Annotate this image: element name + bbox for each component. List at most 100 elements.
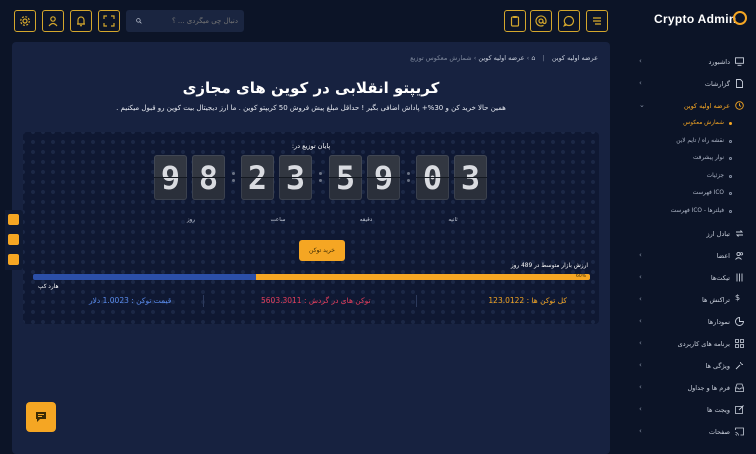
brand-logo[interactable]: Crypto Admin xyxy=(654,12,737,26)
bullet-icon xyxy=(729,157,732,160)
chat-bubble-icon xyxy=(36,412,46,422)
home-icon[interactable]: ⌂ xyxy=(531,54,535,62)
monitor-icon xyxy=(735,57,744,66)
sidebar-item-label: عرضه اولیه کوین xyxy=(683,102,730,110)
breadcrumb-current: شمارش معکوس توزیع xyxy=(410,54,472,62)
sidebar-item-reports[interactable]: ‹ گزارشات xyxy=(630,77,756,91)
chat-icon[interactable] xyxy=(558,10,580,32)
search-bar[interactable] xyxy=(126,10,244,32)
progress-fill: 60% xyxy=(255,274,590,280)
chevron-left-icon: ‹ xyxy=(639,273,642,281)
sidebar-subitem-label: نوار پیشرفت xyxy=(692,155,724,161)
countdown-unit-days: روز xyxy=(187,217,195,223)
at-icon[interactable] xyxy=(530,10,552,32)
countdown-digit: 0 xyxy=(416,155,449,200)
sidebar-item-label: فرم ها و جداول xyxy=(687,384,730,392)
sidebar-item-forms[interactable]: ‹ فرم ها و جداول xyxy=(630,381,756,395)
countdown-digit: 9 xyxy=(154,155,187,200)
quick-panel xyxy=(5,210,23,270)
quick-chat-icon[interactable] xyxy=(8,254,19,265)
sidebar-item-label: صفحات xyxy=(708,428,730,436)
sidebar-item-widgets[interactable]: ‹ ویجت ها xyxy=(630,403,756,417)
quick-mail-icon[interactable] xyxy=(8,234,19,245)
sidebar-item-charts[interactable]: ‹ نمودارها xyxy=(630,315,756,329)
hero-title: کریپتو انقلابی در کوین های مجازی xyxy=(182,79,440,97)
countdown-separator xyxy=(407,172,410,182)
sidebar-item-label: ویجت ها xyxy=(706,406,730,414)
page-title: عرضه اولیه کوین xyxy=(551,54,598,62)
bell-icon[interactable] xyxy=(70,10,92,32)
sidebar-item-label: داشبورد xyxy=(708,58,731,66)
chevron-down-icon: ⌄ xyxy=(639,101,645,109)
sidebar-item-apps[interactable]: ‹ برنامه های کاربردی xyxy=(630,337,756,351)
settings-icon[interactable] xyxy=(14,10,36,32)
fullscreen-icon[interactable] xyxy=(98,10,120,32)
token-price-stat: قیمت توکن : 1.0023 دلار xyxy=(89,296,172,305)
search-input[interactable] xyxy=(142,17,238,25)
sidebar-item-label: اعضا xyxy=(716,252,730,260)
countdown-unit-hours: ساعت xyxy=(270,217,286,223)
breadcrumb-link[interactable]: عرضه اولیه کوین xyxy=(478,54,524,62)
hard-cap-label: هارد کپ xyxy=(38,284,59,290)
sidebar-item-members[interactable]: ‹ اعضا xyxy=(630,249,756,263)
divider xyxy=(203,295,204,307)
sidebar-item-transactions[interactable]: ‹ تراکنش ها $ xyxy=(630,293,756,307)
brand-coin-icon xyxy=(733,11,747,25)
total-tokens-stat: کل توکن ها : 123.0122 xyxy=(488,296,567,305)
breadcrumb: عرضه اولیه کوین | ⌂ › عرضه اولیه کوین › … xyxy=(410,54,598,62)
sidebar-subitem-ico-list[interactable]: فهرست ICO xyxy=(630,188,756,200)
progress-bar: 60% xyxy=(33,274,590,280)
sidebar-subitem-details[interactable]: جزئیات xyxy=(630,171,756,183)
sidebar-item-label: نمودارها xyxy=(707,318,730,326)
circulating-tokens-stat: توکن های در گردش : 5603.3011 xyxy=(261,296,371,305)
sidebar-subitem-ico-filters[interactable]: فهرست ICO - فیلترها xyxy=(630,206,756,218)
exchange-icon xyxy=(735,230,744,237)
chevron-left-icon: ‹ xyxy=(639,361,642,369)
sidebar-subitem-label: نقشه راه / تایم لاین xyxy=(676,138,724,144)
countdown-digit: 8 xyxy=(192,155,225,200)
sidebar-item-dashboard[interactable]: ‹ داشبورد xyxy=(630,55,756,69)
countdown-digit: 3 xyxy=(454,155,487,200)
countdown-digit: 5 xyxy=(329,155,362,200)
top-bar: Crypto Admin xyxy=(0,0,756,42)
bullet-icon xyxy=(729,122,732,125)
progress-percent: 60% xyxy=(575,274,586,279)
countdown-unit-seconds: ثانیه xyxy=(448,217,458,223)
progress-label: ارزش بازار متوسط در 489 روز xyxy=(510,263,588,269)
menu-icon[interactable] xyxy=(586,10,608,32)
sidebar-item-exchange[interactable]: تبادل ارز xyxy=(630,227,756,241)
sidebar-subitem-roadmap[interactable]: نقشه راه / تایم لاین xyxy=(630,136,756,148)
countdown-separator xyxy=(319,172,322,182)
sidebar: ‹ داشبورد ‹ گزارشات ⌄ عرضه اولیه کوین شم… xyxy=(630,42,756,454)
sidebar-subitem-label: فهرست ICO xyxy=(692,190,724,196)
sidebar-item-label: تیکت‌ها xyxy=(710,274,730,282)
countdown-unit-minutes: دقیقه xyxy=(359,217,373,223)
support-chat-button[interactable] xyxy=(26,402,56,432)
quick-settings-icon[interactable] xyxy=(8,214,19,225)
sidebar-subitem-label: جزئیات xyxy=(706,173,724,179)
bullet-icon xyxy=(729,210,732,213)
sidebar-item-ico[interactable]: ⌄ عرضه اولیه کوین xyxy=(630,99,756,113)
inbox-icon xyxy=(735,383,744,392)
sidebar-subitem-progress[interactable]: نوار پیشرفت xyxy=(630,153,756,165)
sidebar-item-label: برنامه های کاربردی xyxy=(677,340,730,348)
chevron-left-icon: ‹ xyxy=(639,427,642,435)
chevron-left-icon: ‹ xyxy=(639,405,642,413)
bullet-icon xyxy=(729,175,732,178)
tools-icon xyxy=(735,361,744,370)
cast-icon xyxy=(735,427,744,436)
buy-token-button[interactable]: خرید توکن xyxy=(299,240,345,261)
hero-subtitle: همین حالا خرید کن و 30%+ پاداش اضافی بگی… xyxy=(116,104,506,112)
sidebar-subitem-countdown[interactable]: شمارش معکوس xyxy=(630,118,756,130)
countdown-digit: 9 xyxy=(367,155,400,200)
sidebar-item-tickets[interactable]: ‹ تیکت‌ها xyxy=(630,271,756,285)
sidebar-item-features[interactable]: ‹ ویژگی ها xyxy=(630,359,756,373)
sidebar-item-label: گزارشات xyxy=(704,80,730,88)
countdown-digit: 3 xyxy=(279,155,312,200)
sidebar-item-pages[interactable]: ‹ صفحات xyxy=(630,425,756,439)
clipboard-icon[interactable] xyxy=(504,10,526,32)
divider xyxy=(416,295,417,307)
chevron-left-icon: ‹ xyxy=(639,295,642,303)
main-panel: عرضه اولیه کوین | ⌂ › عرضه اولیه کوین › … xyxy=(12,42,610,454)
user-icon[interactable] xyxy=(42,10,64,32)
